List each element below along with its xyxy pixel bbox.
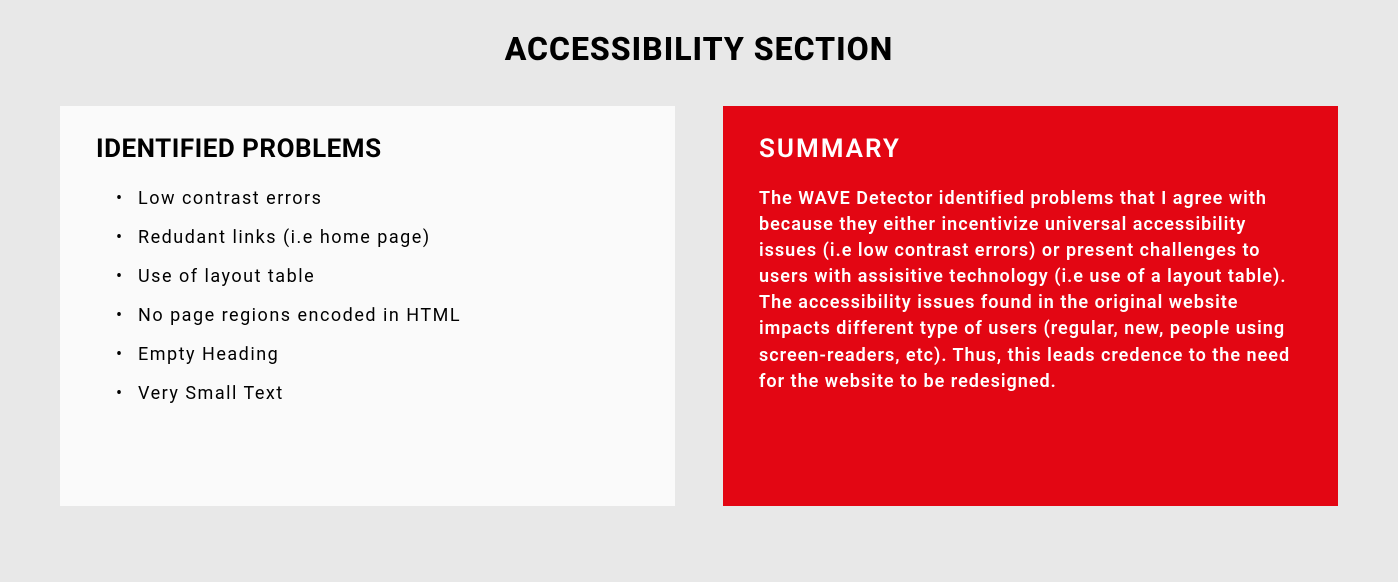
identified-problems-card: IDENTIFIED PROBLEMS Low contrast errors … (60, 106, 675, 506)
list-item: Low contrast errors (120, 188, 639, 209)
summary-card: SUMMARY The WAVE Detector identified pro… (723, 106, 1338, 506)
cards-container: IDENTIFIED PROBLEMS Low contrast errors … (60, 106, 1338, 506)
list-item: Very Small Text (120, 383, 639, 404)
list-item: Empty Heading (120, 344, 639, 365)
identified-problems-heading: IDENTIFIED PROBLEMS (96, 134, 639, 164)
summary-text: The WAVE Detector identified problems th… (759, 186, 1302, 395)
problems-list: Low contrast errors Redudant links (i.e … (96, 188, 639, 404)
list-item: Use of layout table (120, 266, 639, 287)
summary-heading: SUMMARY (759, 134, 1302, 164)
list-item: Redudant links (i.e home page) (120, 227, 639, 248)
section-title: ACCESSIBILITY SECTION (60, 30, 1338, 68)
list-item: No page regions encoded in HTML (120, 305, 639, 326)
